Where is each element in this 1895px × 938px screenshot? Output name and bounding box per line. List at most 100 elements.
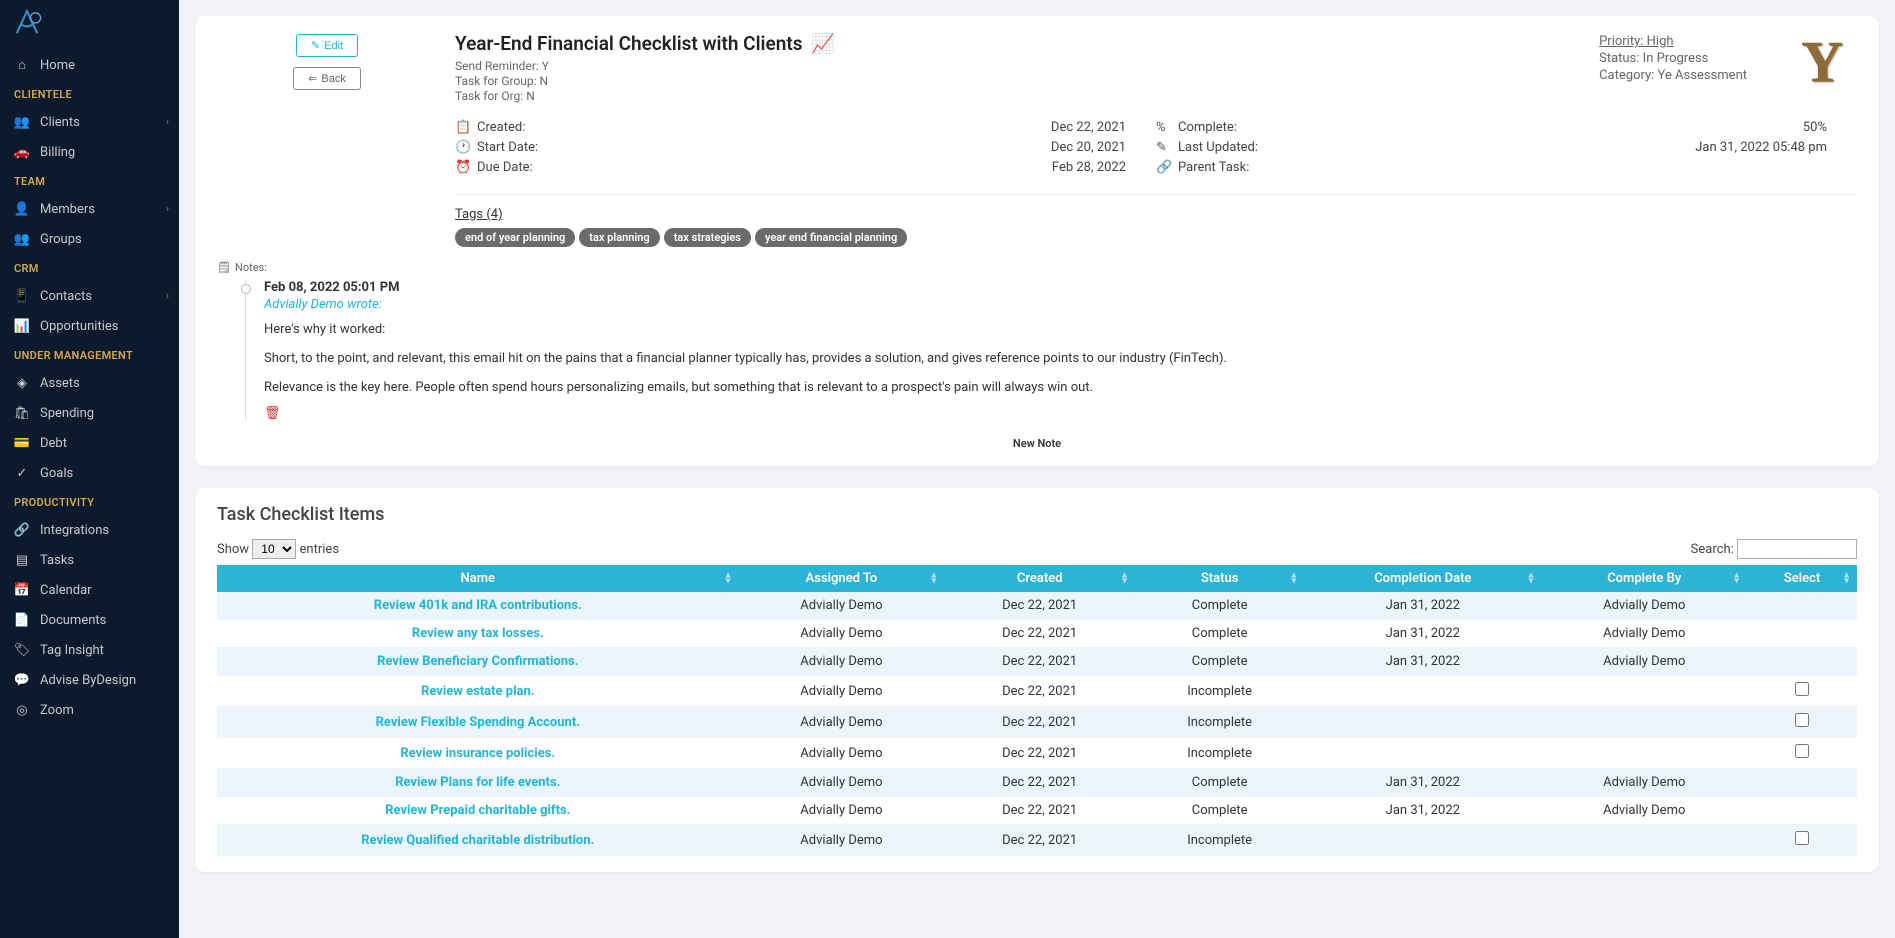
column-header[interactable]: Name▲▼ bbox=[217, 565, 739, 592]
sidebar-item-label: Integrations bbox=[40, 523, 109, 538]
sidebar-item-zoom[interactable]: ◎Zoom bbox=[0, 695, 179, 725]
tag-pill[interactable]: end of year planning bbox=[455, 228, 575, 247]
cell-select bbox=[1747, 648, 1857, 676]
row-select-checkbox[interactable] bbox=[1795, 682, 1809, 696]
sidebar-item-goals[interactable]: ✓Goals bbox=[0, 458, 179, 488]
cell-name: Review Beneficiary Confirmations. bbox=[217, 648, 739, 676]
sort-icon: ▲▼ bbox=[1289, 573, 1298, 586]
sidebar-item-contacts[interactable]: 📱Contacts› bbox=[0, 281, 179, 311]
sort-icon: ▲▼ bbox=[929, 573, 938, 586]
nav-section-header: TEAM bbox=[0, 167, 179, 194]
new-note-button[interactable]: New Note bbox=[217, 437, 1857, 450]
sidebar-item-debt[interactable]: 💳Debt bbox=[0, 428, 179, 458]
checklist-item-link[interactable]: Review estate plan. bbox=[421, 684, 535, 699]
tag-pill[interactable]: year end financial planning bbox=[755, 228, 907, 247]
cell-created: Dec 22, 2021 bbox=[944, 648, 1135, 676]
sidebar-item-opportunities[interactable]: 📊Opportunities bbox=[0, 311, 179, 341]
cell-created: Dec 22, 2021 bbox=[944, 592, 1135, 620]
cell-select bbox=[1747, 676, 1857, 707]
users-icon: 👥 bbox=[14, 114, 30, 130]
cell-name: Review estate plan. bbox=[217, 676, 739, 707]
sidebar-item-label: Documents bbox=[40, 613, 106, 628]
sidebar-item-assets[interactable]: ◈Assets bbox=[0, 368, 179, 398]
detail-icon: % bbox=[1156, 120, 1170, 135]
sidebar-item-spending[interactable]: 🛍Spending bbox=[0, 398, 179, 428]
sidebar-item-label: Groups bbox=[40, 232, 82, 247]
cell-status: Complete bbox=[1135, 648, 1304, 676]
table-row: Review Qualified charitable distribution… bbox=[217, 825, 1857, 856]
cell-by: Advially Demo bbox=[1541, 620, 1747, 648]
column-header[interactable]: Select▲▼ bbox=[1747, 565, 1857, 592]
entries-select[interactable]: 10 bbox=[252, 539, 296, 559]
calendar-icon: 📅 bbox=[14, 582, 30, 598]
cell-by: Advially Demo bbox=[1541, 648, 1747, 676]
cell-status: Complete bbox=[1135, 769, 1304, 797]
tag-pill[interactable]: tax planning bbox=[579, 228, 659, 247]
column-header[interactable]: Created▲▼ bbox=[944, 565, 1135, 592]
sidebar-item-billing[interactable]: 🚗Billing bbox=[0, 137, 179, 167]
column-header[interactable]: Complete By▲▼ bbox=[1541, 565, 1747, 592]
sidebar-item-label: Opportunities bbox=[40, 319, 118, 334]
column-header[interactable]: Assigned To▲▼ bbox=[739, 565, 945, 592]
edit-button[interactable]: ✎ Edit bbox=[296, 34, 358, 57]
cell-assigned: Advially Demo bbox=[739, 707, 945, 738]
cell-completion bbox=[1304, 676, 1541, 707]
checklist-table: Name▲▼Assigned To▲▼Created▲▼Status▲▼Comp… bbox=[217, 565, 1857, 856]
cell-assigned: Advially Demo bbox=[739, 797, 945, 825]
note-text-line: Short, to the point, and relevant, this … bbox=[264, 349, 1857, 370]
sidebar-item-home[interactable]: ⌂Home bbox=[0, 50, 179, 80]
checklist-item-link[interactable]: Review insurance policies. bbox=[400, 746, 555, 761]
sidebar-item-calendar[interactable]: 📅Calendar bbox=[0, 575, 179, 605]
priority-meta: Priority: High bbox=[1599, 34, 1747, 49]
cell-select bbox=[1747, 707, 1857, 738]
detail-parenttask: 🔗Parent Task: bbox=[1156, 160, 1857, 175]
delete-note-button[interactable]: 🗑 bbox=[264, 406, 1857, 421]
sidebar-item-label: Debt bbox=[40, 436, 67, 451]
row-select-checkbox[interactable] bbox=[1795, 831, 1809, 845]
checklist-item-link[interactable]: Review Qualified charitable distribution… bbox=[361, 833, 594, 848]
group-icon: 👥 bbox=[14, 231, 30, 247]
row-select-checkbox[interactable] bbox=[1795, 744, 1809, 758]
cell-status: Complete bbox=[1135, 592, 1304, 620]
sidebar: ⌂HomeCLIENTELE👥Clients›🚗BillingTEAM👤Memb… bbox=[0, 0, 179, 938]
sidebar-item-tasks[interactable]: ▤Tasks bbox=[0, 545, 179, 575]
column-header[interactable]: Completion Date▲▼ bbox=[1304, 565, 1541, 592]
checklist-item-link[interactable]: Review Prepaid charitable gifts. bbox=[385, 803, 570, 818]
sidebar-item-label: Zoom bbox=[40, 703, 74, 718]
cell-assigned: Advially Demo bbox=[739, 769, 945, 797]
checklist-item-link[interactable]: Review any tax losses. bbox=[412, 626, 544, 641]
row-select-checkbox[interactable] bbox=[1795, 713, 1809, 727]
back-button[interactable]: ⇐ Back bbox=[293, 67, 361, 90]
search-input[interactable] bbox=[1737, 539, 1857, 559]
cell-name: Review Prepaid charitable gifts. bbox=[217, 797, 739, 825]
sidebar-item-label: Assets bbox=[40, 376, 80, 391]
detail-icon: 🔗 bbox=[1156, 160, 1170, 175]
table-row: Review any tax losses. Advially Demo Dec… bbox=[217, 620, 1857, 648]
sidebar-item-members[interactable]: 👤Members› bbox=[0, 194, 179, 224]
sidebar-item-tag-insight[interactable]: 🏷Tag Insight bbox=[0, 635, 179, 665]
checklist-item-link[interactable]: Review Beneficiary Confirmations. bbox=[377, 654, 578, 669]
cell-by: Advially Demo bbox=[1541, 592, 1747, 620]
sidebar-item-groups[interactable]: 👥 Groups bbox=[0, 224, 179, 254]
checklist-item-link[interactable]: Review Flexible Spending Account. bbox=[376, 715, 580, 730]
tag-pill[interactable]: tax strategies bbox=[664, 228, 751, 247]
cell-completion: Jan 31, 2022 bbox=[1304, 769, 1541, 797]
cell-by: Advially Demo bbox=[1541, 769, 1747, 797]
sidebar-item-label: Advise ByDesign bbox=[40, 673, 136, 688]
sidebar-item-integrations[interactable]: 🔗Integrations bbox=[0, 515, 179, 545]
checklist-item-link[interactable]: Review 401k and IRA contributions. bbox=[374, 598, 582, 613]
sidebar-item-clients[interactable]: 👥Clients› bbox=[0, 107, 179, 137]
sort-icon: ▲▼ bbox=[724, 573, 733, 586]
advise-icon: 💬 bbox=[14, 672, 30, 688]
cell-select bbox=[1747, 769, 1857, 797]
cell-completion bbox=[1304, 825, 1541, 856]
column-header[interactable]: Status▲▼ bbox=[1135, 565, 1304, 592]
nav-section-header: CLIENTELE bbox=[0, 80, 179, 107]
sidebar-item-documents[interactable]: 📄Documents bbox=[0, 605, 179, 635]
cell-name: Review insurance policies. bbox=[217, 738, 739, 769]
detail-icon: ✎ bbox=[1156, 140, 1170, 155]
checklist-item-link[interactable]: Review Plans for life events. bbox=[395, 775, 560, 790]
sidebar-item-advise-bydesign[interactable]: 💬 Advise ByDesign bbox=[0, 665, 179, 695]
list-icon: ▤ bbox=[14, 552, 30, 568]
cell-assigned: Advially Demo bbox=[739, 825, 945, 856]
